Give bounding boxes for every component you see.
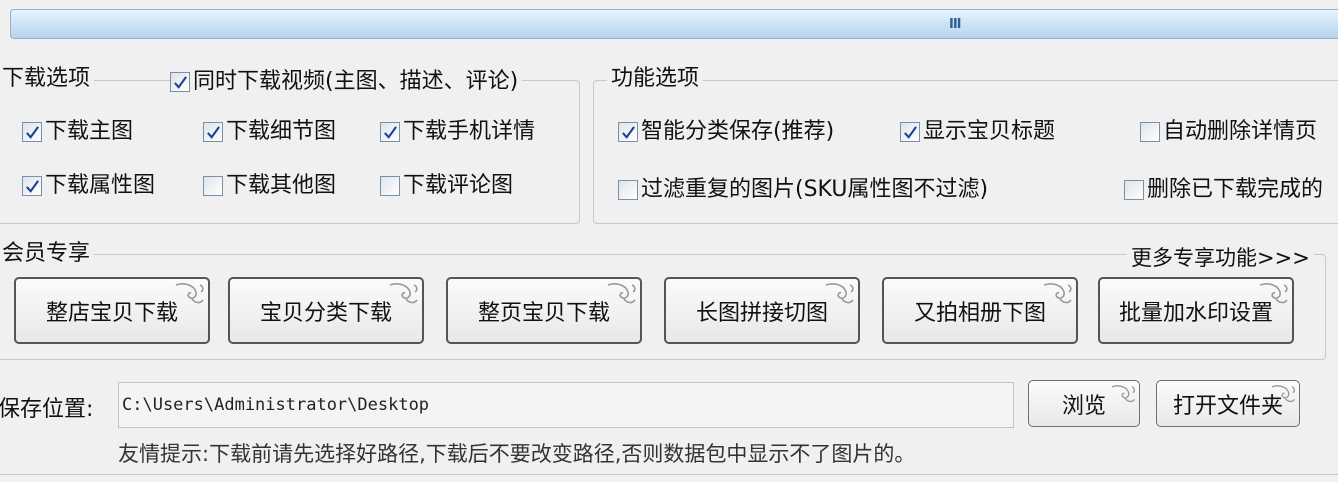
checkbox-label: 下载手机详情 — [403, 119, 536, 144]
checkbox-filter-duplicate[interactable]: 过滤重复的图片(SKU属性图不过滤) — [618, 177, 988, 203]
horizontal-scrollbar[interactable] — [10, 9, 1338, 39]
function-options-title: 功能选项 — [607, 66, 704, 92]
save-path-input[interactable] — [118, 382, 1014, 428]
checkbox-box[interactable] — [900, 122, 920, 142]
checkbox-download-detail-image[interactable]: 下载细节图 — [203, 119, 336, 145]
checkbox-box[interactable] — [618, 122, 638, 142]
checkbox-label: 下载属性图 — [45, 173, 156, 198]
checkbox-download-attribute-image[interactable]: 下载属性图 — [22, 173, 155, 199]
checkbox-box[interactable] — [618, 180, 638, 200]
checkbox-label: 下载其他图 — [226, 173, 337, 198]
checkbox-box[interactable] — [22, 176, 42, 196]
check-icon — [383, 125, 397, 139]
whole-page-download-button[interactable]: 整页宝贝下载 — [446, 277, 642, 344]
whole-shop-download-button[interactable]: 整店宝贝下载 — [14, 277, 210, 344]
more-vip-features-link[interactable]: 更多专享功能>>> — [1127, 245, 1314, 271]
checkbox-label: 下载评论图 — [403, 173, 514, 198]
checkbox-box[interactable] — [380, 122, 400, 142]
swirl-ornament-icon — [825, 283, 854, 304]
checkbox-download-main-image[interactable]: 下载主图 — [22, 119, 133, 145]
download-options-title: 下载选项 — [0, 66, 95, 92]
checkbox-label: 智能分类保存(推荐) — [641, 119, 835, 144]
check-icon — [173, 75, 187, 89]
swirl-ornament-icon — [1043, 283, 1072, 304]
button-label: 长图拼接切图 — [695, 300, 828, 326]
check-icon — [903, 125, 917, 139]
batch-watermark-button[interactable]: 批量加水印设置 — [1098, 277, 1294, 344]
checkbox-label: 下载主图 — [45, 119, 134, 144]
button-label: 整店宝贝下载 — [45, 300, 178, 326]
checkbox-download-other-image[interactable]: 下载其他图 — [203, 173, 336, 199]
checkbox-label: 下载细节图 — [226, 119, 337, 144]
checkbox-show-item-title[interactable]: 显示宝贝标题 — [900, 119, 1055, 145]
check-icon — [621, 125, 635, 139]
category-download-button[interactable]: 宝贝分类下载 — [228, 277, 424, 344]
checkbox-label: 过滤重复的图片(SKU属性图不过滤) — [641, 177, 989, 202]
checkbox-box[interactable] — [380, 176, 400, 196]
checkbox-box[interactable] — [22, 122, 42, 142]
button-label: 批量加水印设置 — [1118, 300, 1273, 326]
button-label: 整页宝贝下载 — [477, 300, 610, 326]
checkbox-label: 删除已下载完成的 — [1147, 177, 1324, 202]
checkbox-box[interactable] — [203, 176, 223, 196]
swirl-ornament-icon — [175, 283, 204, 304]
checkbox-box[interactable] — [1124, 180, 1144, 200]
download-options-group — [0, 80, 580, 224]
browse-button[interactable]: 浏览 — [1028, 380, 1140, 427]
bottom-divider — [0, 474, 1338, 475]
checkbox-label: 同时下载视频(主图、描述、评论) — [193, 69, 519, 94]
button-label: 浏览 — [1061, 393, 1106, 419]
checkbox-label: 自动删除详情页 — [1163, 119, 1318, 144]
checkbox-box[interactable] — [170, 72, 190, 92]
open-folder-button[interactable]: 打开文件夹 — [1156, 380, 1300, 427]
checkbox-smart-classify[interactable]: 智能分类保存(推荐) — [618, 119, 834, 145]
swirl-ornament-icon — [389, 283, 418, 304]
checkbox-download-review-image[interactable]: 下载评论图 — [380, 173, 513, 199]
checkbox-box[interactable] — [1140, 122, 1160, 142]
long-image-stitch-button[interactable]: 长图拼接切图 — [664, 277, 860, 344]
save-location-label: 保存位置: — [0, 397, 94, 422]
swirl-ornament-icon — [607, 283, 636, 304]
check-icon — [25, 125, 39, 139]
checkbox-label: 显示宝贝标题 — [923, 119, 1056, 144]
check-icon — [25, 179, 39, 193]
button-label: 又拍相册下图 — [913, 300, 1046, 326]
checkbox-box[interactable] — [203, 122, 223, 142]
album-download-button[interactable]: 又拍相册下图 — [882, 277, 1078, 344]
swirl-ornament-icon — [1111, 385, 1136, 403]
button-label: 宝贝分类下载 — [259, 300, 392, 326]
scrollbar-grip-icon[interactable]: III — [949, 17, 961, 32]
vip-title: 会员专享 — [0, 241, 95, 267]
checkbox-download-mobile-detail[interactable]: 下载手机详情 — [380, 119, 535, 145]
checkbox-delete-downloaded[interactable]: 删除已下载完成的 — [1124, 177, 1323, 203]
checkbox-auto-delete-detail[interactable]: 自动删除详情页 — [1140, 119, 1317, 145]
swirl-ornament-icon — [1271, 385, 1296, 403]
friendly-tip-text: 友情提示:下载前请先选择好路径,下载后不要改变路径,否则数据包中显示不了图片的。 — [118, 442, 916, 466]
check-icon — [206, 125, 220, 139]
swirl-ornament-icon — [1259, 283, 1288, 304]
checkbox-simultaneous-video[interactable]: 同时下载视频(主图、描述、评论) — [170, 69, 523, 95]
